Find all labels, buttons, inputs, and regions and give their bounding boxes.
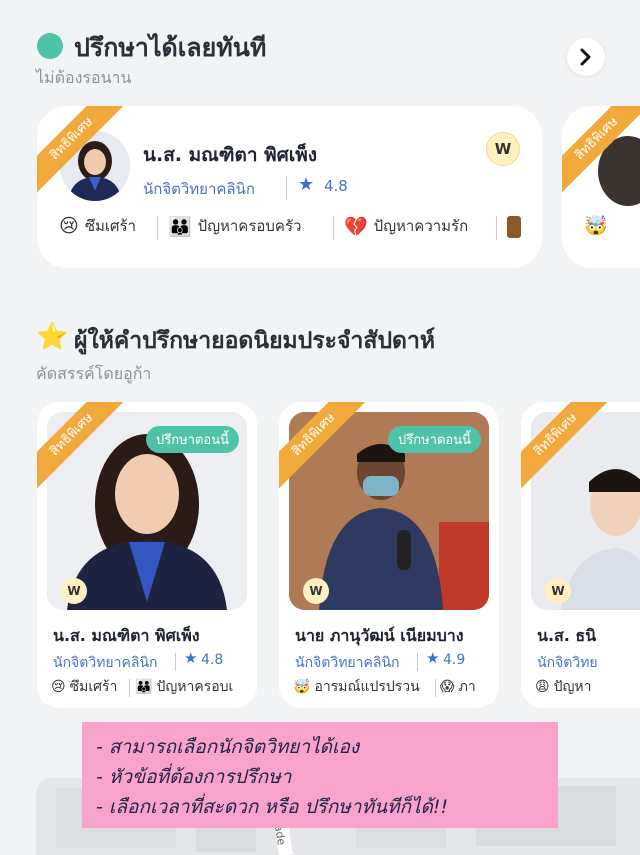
section-subtitle-popular: คัดสรรค์โดยอูก้า [36, 364, 152, 383]
topic-tag: 🤯 อารมณ์แปรปรวน [293, 679, 420, 695]
topic-tag: 👪 ปัญหาครอบครัว [168, 215, 302, 238]
note-line: - สามารถเลือกนักจิตวิทยาได้เอง [96, 736, 360, 758]
counselor-name: นาย ภานุวัฒน์ เนียมบาง [295, 626, 464, 645]
popular-counselor-card[interactable]: สิทธิพิเศษ W น.ส. ธนิ นักจิตวิทย 😩 ปัญหา [521, 402, 640, 708]
topic-tag: 💔 ปัญหาความรัก [344, 215, 469, 238]
privilege-ribbon: สิทธิพิเศษ [37, 402, 127, 492]
star-icon: ⭐ [36, 322, 69, 352]
topic-tag: 😢 ซึมเศร้า [59, 215, 137, 237]
section-subtitle-instant: ไม่ต้องรอนาน [36, 68, 132, 87]
w-badge-icon: W [486, 132, 520, 166]
star-icon: ★ [184, 649, 198, 667]
sad-face-icon: 😢 [59, 215, 79, 237]
featured-counselor-card-next[interactable]: สิทธิพิเศษ 🤯 [562, 106, 640, 268]
popular-counselor-card[interactable]: สิทธิพิเศษ ปรึกษาตอนนี้ W นาย ภานุวัฒน์ … [279, 402, 499, 708]
sad-face-icon: 😢 [51, 679, 66, 695]
w-badge-icon: W [61, 578, 87, 604]
next-button[interactable] [567, 38, 605, 76]
star-icon: ★ [426, 649, 440, 667]
family-icon: 👪 [135, 679, 153, 695]
rating-value: 4.8 [324, 177, 348, 195]
broken-heart-icon: 💔 [344, 215, 368, 238]
exploding-head-icon: 🤯 [584, 215, 608, 237]
topic-tag: 👪 ปัญหาครอบเ [135, 679, 234, 695]
consult-now-badge: ปรึกษาตอนนี้ [388, 426, 481, 453]
divider [417, 653, 418, 671]
section-title-popular: ผู้ให้คำปรึกษายอดนิยมประจำสัปดาห์ [74, 328, 436, 354]
divider [157, 216, 158, 240]
section-title-instant: ปรึกษาได้เลยทันที [74, 33, 267, 62]
privilege-ribbon: สิทธิพิเศษ [37, 106, 127, 196]
star-icon: ★ [298, 174, 315, 195]
featured-counselor-card[interactable]: สิทธิพิเศษ น.ส. มณฑิตา พิศเพ็ง นักจิตวิท… [37, 106, 542, 268]
privilege-ribbon: สิทธิพิเศษ [562, 106, 640, 196]
divider [496, 216, 497, 240]
rating-value: 4.8 [201, 652, 224, 668]
divider [435, 679, 436, 697]
topic-tag: 😢 ซึมเศร้า [51, 679, 118, 695]
screaming-face-icon: 😱 [440, 679, 455, 695]
divider [129, 679, 130, 697]
w-badge-icon: W [545, 578, 571, 604]
counselor-role: นักจิตวิทยาคลินิก [143, 180, 255, 198]
consult-now-badge: ปรึกษาตอนนี้ [146, 426, 239, 453]
weary-face-icon: 😩 [535, 679, 550, 695]
privilege-ribbon: สิทธิพิเศษ [521, 402, 611, 492]
privilege-ribbon: สิทธิพิเศษ [279, 402, 369, 492]
topic-tag: 😩 ปัญหา [535, 679, 592, 695]
counselor-role: นักจิตวิทย [537, 655, 598, 671]
topic-tag: 😱 ภา [440, 679, 476, 695]
counselor-name: น.ส. มณฑิตา พิศเพ็ง [53, 626, 200, 645]
divider [286, 176, 287, 200]
divider [333, 216, 334, 240]
divider [175, 653, 176, 671]
counselor-name: น.ส. ธนิ [537, 626, 597, 645]
info-note: - สามารถเลือกนักจิตวิทยาได้เอง - หัวข้อท… [82, 722, 558, 828]
popular-counselor-card[interactable]: สิทธิพิเศษ ปรึกษาตอนนี้ W น.ส. มณฑิตา พิ… [37, 402, 257, 708]
w-badge-icon: W [303, 578, 329, 604]
counselor-name: น.ส. มณฑิตา พิศเพ็ง [143, 144, 318, 166]
family-icon: 👪 [168, 215, 192, 238]
chevron-right-icon [580, 48, 591, 66]
note-line: - เลือกเวลาที่สะดวก หรือ ปรึกษาทันทีก็ได… [96, 796, 449, 818]
counselor-role: นักจิตวิทยาคลินิก [295, 655, 400, 671]
section-dot [37, 33, 63, 59]
note-line: - หัวข้อที่ต้องการปรึกษา [96, 766, 292, 788]
briefcase-icon [507, 216, 521, 238]
exploding-head-icon: 🤯 [293, 679, 311, 695]
counselor-role: นักจิตวิทยาคลินิก [53, 655, 158, 671]
rating-value: 4.9 [443, 652, 466, 668]
